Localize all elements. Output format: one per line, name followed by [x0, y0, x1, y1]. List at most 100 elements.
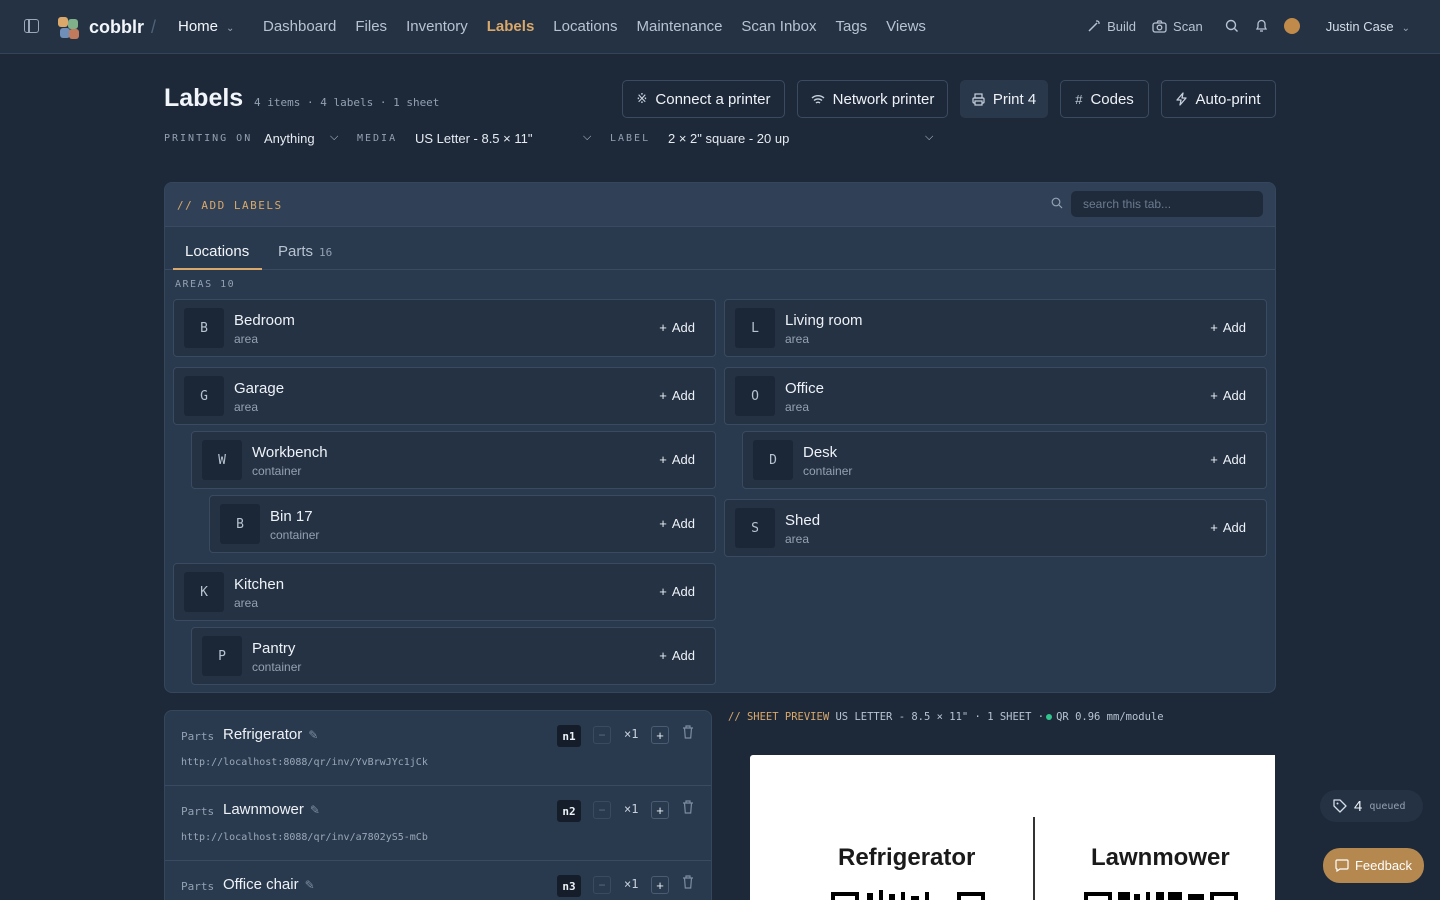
- add-button[interactable]: + Add: [659, 648, 695, 663]
- queue-item-qty: ×1: [624, 802, 639, 816]
- queue-item-qty: ×1: [624, 877, 639, 891]
- queue-item-qty: ×1: [624, 727, 639, 741]
- cobblr-logo-icon[interactable]: [56, 15, 80, 39]
- add-button[interactable]: + Add: [1210, 452, 1246, 467]
- queue-row: Parts Office chair ✎ n3 − ×1 +: [165, 861, 711, 900]
- workspace-label: Home: [178, 18, 219, 35]
- nav-maintenance[interactable]: Maintenance: [637, 18, 723, 35]
- queued-labels-pill[interactable]: 4 queued: [1320, 790, 1423, 822]
- areas-count-label: AREAS 10: [175, 279, 236, 290]
- plus-icon: +: [659, 388, 667, 403]
- nav-locations[interactable]: Locations: [553, 18, 617, 35]
- nav-labels[interactable]: Labels: [487, 18, 535, 35]
- add-button[interactable]: + Add: [659, 584, 695, 599]
- build-label: Build: [1107, 18, 1137, 34]
- location-card-office: O Office area + Add: [724, 367, 1267, 425]
- print-button[interactable]: Print 4: [960, 80, 1048, 118]
- location-name: Kitchen: [234, 576, 285, 593]
- avatar[interactable]: [1283, 18, 1300, 34]
- trash-icon[interactable]: [682, 875, 694, 889]
- bell-icon[interactable]: [1255, 19, 1268, 33]
- label-type-label: LABEL: [610, 133, 651, 144]
- queue-item-index: n1: [557, 725, 581, 747]
- auto-print-button[interactable]: Auto-print: [1161, 80, 1276, 118]
- tag-icon: [1333, 799, 1347, 813]
- tab-locations[interactable]: Locations: [185, 243, 249, 260]
- queue-item-name[interactable]: Lawnmower ✎: [223, 801, 320, 818]
- label-divider: [1033, 817, 1035, 900]
- add-button[interactable]: + Add: [659, 320, 695, 335]
- nav-files[interactable]: Files: [355, 18, 387, 35]
- trash-icon[interactable]: [682, 800, 694, 814]
- brand-name[interactable]: cobblr: [89, 17, 144, 38]
- connect-printer-button[interactable]: ※ Connect a printer: [622, 80, 785, 118]
- location-card-workbench: W Workbench container + Add: [191, 431, 716, 489]
- location-initial: G: [184, 376, 224, 416]
- main-nav: Dashboard Files Inventory Labels Locatio…: [263, 18, 926, 35]
- nav-scan-inbox[interactable]: Scan Inbox: [741, 18, 816, 35]
- nav-views[interactable]: Views: [886, 18, 926, 35]
- scan-label: Scan: [1173, 18, 1203, 34]
- sheet-preview-header: // SHEET PREVIEW US LETTER - 8.5 × 11" ·…: [728, 711, 1164, 723]
- pencil-icon[interactable]: ✎: [305, 878, 315, 892]
- queue-item-name[interactable]: Refrigerator ✎: [223, 726, 318, 743]
- feedback-button[interactable]: Feedback: [1323, 848, 1424, 883]
- add-button[interactable]: + Add: [659, 516, 695, 531]
- auto-print-label: Auto-print: [1195, 90, 1261, 108]
- chevron-down-icon[interactable]: ⌵: [330, 131, 338, 144]
- location-initial: L: [735, 308, 775, 348]
- decrement-button[interactable]: −: [593, 876, 611, 894]
- sheet-preview-qr-info: QR 0.96 mm/module: [1056, 711, 1164, 723]
- scan-button[interactable]: Scan: [1152, 19, 1203, 34]
- search-tab-input[interactable]: [1071, 191, 1263, 217]
- search-icon[interactable]: [1225, 19, 1239, 33]
- bluetooth-icon: ※: [636, 91, 648, 106]
- pencil-icon[interactable]: ✎: [310, 803, 320, 817]
- location-name: Desk: [803, 444, 838, 461]
- media-select[interactable]: US Letter - 8.5 × 11": [415, 131, 532, 146]
- add-button[interactable]: + Add: [1210, 320, 1246, 335]
- sidebar-toggle-icon[interactable]: [24, 19, 39, 33]
- label-type-select[interactable]: 2 × 2" square - 20 up: [668, 131, 789, 146]
- printing-on-select[interactable]: Anything: [264, 131, 315, 146]
- increment-button[interactable]: +: [651, 876, 669, 894]
- workspace-selector[interactable]: Home ⌄: [178, 18, 234, 35]
- add-label: Add: [1222, 520, 1246, 535]
- increment-button[interactable]: +: [651, 726, 669, 744]
- location-initial: D: [753, 440, 793, 480]
- location-initial: K: [184, 572, 224, 612]
- tab-parts[interactable]: Parts 16: [278, 243, 332, 260]
- add-label: Add: [671, 648, 695, 663]
- nav-tags[interactable]: Tags: [835, 18, 867, 35]
- decrement-button[interactable]: −: [593, 726, 611, 744]
- chevron-down-icon[interactable]: ⌵: [925, 131, 933, 144]
- chevron-down-icon[interactable]: ⌵: [583, 131, 591, 144]
- label-queue: Parts Refrigerator ✎ http://localhost:808…: [164, 710, 712, 900]
- location-card-shed: S Shed area + Add: [724, 499, 1267, 557]
- location-kind: area: [234, 400, 259, 414]
- network-printer-label: Network printer: [832, 90, 935, 108]
- increment-button[interactable]: +: [651, 801, 669, 819]
- plus-icon: +: [659, 452, 667, 467]
- queue-item-name[interactable]: Office chair ✎: [223, 876, 315, 893]
- sheet-preview-info: US LETTER - 8.5 × 11" · 1 SHEET ·: [835, 711, 1045, 723]
- location-name: Office: [785, 380, 824, 397]
- plus-icon: +: [659, 516, 667, 531]
- page-title: Labels: [164, 84, 244, 112]
- add-button[interactable]: + Add: [659, 388, 695, 403]
- pencil-icon[interactable]: ✎: [308, 728, 318, 742]
- decrement-button[interactable]: −: [593, 801, 611, 819]
- trash-icon[interactable]: [682, 725, 694, 739]
- user-menu[interactable]: Justin Case ⌄: [1326, 19, 1410, 34]
- nav-inventory[interactable]: Inventory: [406, 18, 468, 35]
- add-button[interactable]: + Add: [659, 452, 695, 467]
- build-button[interactable]: Build: [1087, 19, 1136, 34]
- location-kind: area: [785, 400, 810, 414]
- nav-dashboard[interactable]: Dashboard: [263, 18, 336, 35]
- network-printer-button[interactable]: Network printer: [797, 80, 948, 118]
- preview-label-title: Refrigerator: [838, 844, 976, 871]
- add-button[interactable]: + Add: [1210, 388, 1246, 403]
- codes-button[interactable]: # Codes: [1060, 80, 1149, 118]
- add-button[interactable]: + Add: [1210, 520, 1246, 535]
- sheet-preview-title: // SHEET PREVIEW: [728, 711, 830, 723]
